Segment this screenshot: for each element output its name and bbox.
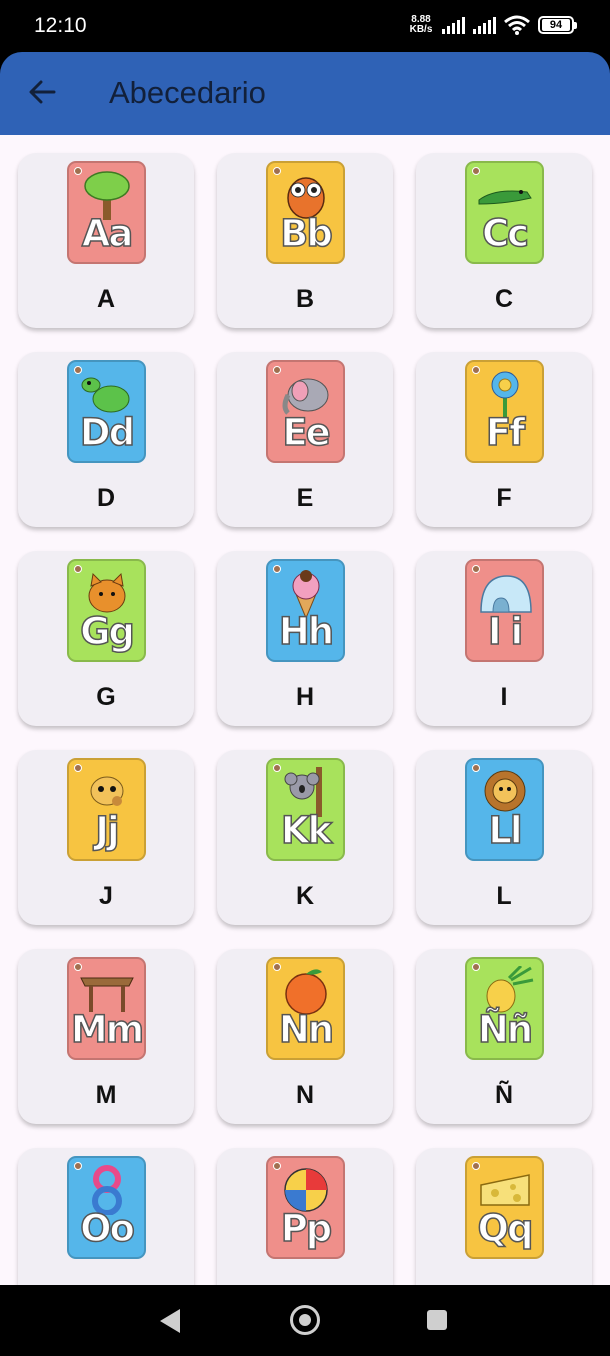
- flashcard-image: Pp: [266, 1156, 345, 1259]
- letter-card[interactable]: Dd D: [18, 352, 194, 527]
- flashcard-letters: Ff: [485, 411, 526, 454]
- flashcard-image: Ff: [465, 360, 544, 463]
- letter-label: A: [96, 285, 116, 313]
- app-bar: Abecedario: [0, 52, 610, 135]
- letter-label: M: [95, 1081, 117, 1109]
- flashcard-image: Nn: [266, 957, 345, 1060]
- flashcard-letters: Gg: [79, 610, 135, 653]
- flashcard-letters: Nn: [278, 1008, 335, 1051]
- letter-label: C: [494, 285, 514, 313]
- letter-label: Ñ: [494, 1081, 514, 1109]
- flashcard-image: Kk: [266, 758, 345, 861]
- letter-card[interactable]: Nn N: [217, 949, 393, 1124]
- letter-label: D: [96, 484, 116, 512]
- letter-label: E: [296, 484, 314, 512]
- letter-label: B: [295, 285, 315, 313]
- flashcard-letters: Hh: [278, 610, 335, 653]
- flashcard-image: Bb: [266, 161, 345, 264]
- letter-label: L: [496, 882, 512, 910]
- letter-card[interactable]: Pp: [217, 1148, 393, 1285]
- flashcard-letters: Ññ: [477, 1008, 534, 1051]
- alphabet-list[interactable]: Aa A Bb B Cc C Dd D Ee E Ff F Gg G Hh H I i I Jj J Kk K Ll L Mm M…: [0, 135, 610, 1285]
- wifi-icon: [504, 15, 530, 35]
- flashcard-image: I i: [465, 559, 544, 662]
- letter-card[interactable]: Ll L: [416, 750, 592, 925]
- system-nav-bar: [0, 1285, 610, 1356]
- flashcard-letters: Oo: [79, 1207, 135, 1250]
- flashcard-image: Jj: [67, 758, 146, 861]
- battery-icon: 94: [538, 16, 577, 34]
- letter-card[interactable]: Ff F: [416, 352, 592, 527]
- status-time: 12:10: [34, 14, 87, 37]
- flashcard-letters: Mm: [70, 1008, 144, 1051]
- status-icons: 8.88 KB/s 94: [408, 14, 577, 35]
- letter-label: N: [295, 1081, 315, 1109]
- letter-card[interactable]: Gg G: [18, 551, 194, 726]
- flashcard-image: Dd: [67, 360, 146, 463]
- flashcard-image: Ee: [266, 360, 345, 463]
- nav-back-icon[interactable]: [160, 1309, 180, 1333]
- flashcard-image: Cc: [465, 161, 544, 264]
- letter-card[interactable]: Aa A: [18, 153, 194, 328]
- flashcard-letters: Qq: [477, 1207, 534, 1250]
- letter-card[interactable]: Bb B: [217, 153, 393, 328]
- flashcard-letters: Aa: [81, 212, 134, 255]
- letter-grid: Aa A Bb B Cc C Dd D Ee E Ff F Gg G Hh H I i I Jj J Kk K Ll L Mm M…: [18, 153, 592, 1285]
- flashcard-image: Ll: [465, 758, 544, 861]
- flashcard-image: Hh: [266, 559, 345, 662]
- flashcard-letters: Cc: [481, 212, 530, 255]
- back-button[interactable]: [22, 72, 62, 112]
- letter-card[interactable]: Ññ Ñ: [416, 949, 592, 1124]
- flashcard-image: Oo: [67, 1156, 146, 1259]
- letter-label: J: [99, 882, 113, 910]
- flashcard-image: Mm: [67, 957, 146, 1060]
- letter-label: I: [500, 683, 508, 711]
- letter-card[interactable]: Jj J: [18, 750, 194, 925]
- letter-card[interactable]: Qq: [416, 1148, 592, 1285]
- flashcard-letters: Dd: [79, 411, 136, 454]
- letter-card[interactable]: Mm M: [18, 949, 194, 1124]
- arrow-left-icon: [29, 80, 56, 104]
- letter-card[interactable]: Ee E: [217, 352, 393, 527]
- nav-home-icon[interactable]: [290, 1305, 320, 1335]
- status-bar: 12:10 8.88 KB/s 94: [0, 0, 610, 52]
- flashcard-image: Ññ: [465, 957, 544, 1060]
- flashcard-letters: Ll: [488, 809, 524, 852]
- page-title: Abecedario: [109, 75, 266, 110]
- network-speed: 8.88 KB/s: [409, 14, 433, 35]
- battery-level: 94: [542, 19, 570, 31]
- flashcard-letters: Bb: [279, 212, 333, 255]
- flashcard-letters: I i: [487, 610, 524, 653]
- letter-card[interactable]: Kk K: [217, 750, 393, 925]
- letter-label: H: [295, 683, 315, 711]
- letter-label: G: [96, 683, 116, 711]
- flashcard-letters: Kk: [280, 809, 333, 852]
- nav-recents-icon[interactable]: [427, 1310, 447, 1330]
- letter-label: F: [496, 484, 512, 512]
- flashcard-letters: Pp: [280, 1207, 333, 1250]
- letter-card[interactable]: Oo: [18, 1148, 194, 1285]
- letter-card[interactable]: I i I: [416, 551, 592, 726]
- flashcard-letters: Jj: [95, 809, 121, 852]
- signal-2-icon: [473, 16, 496, 34]
- flashcard-image: Gg: [67, 559, 146, 662]
- signal-1-icon: [442, 16, 465, 34]
- flashcard-letters: Ee: [282, 411, 332, 454]
- letter-label: K: [295, 882, 315, 910]
- flashcard-image: Aa: [67, 161, 146, 264]
- letter-card[interactable]: Cc C: [416, 153, 592, 328]
- letter-card[interactable]: Hh H: [217, 551, 393, 726]
- flashcard-image: Qq: [465, 1156, 544, 1259]
